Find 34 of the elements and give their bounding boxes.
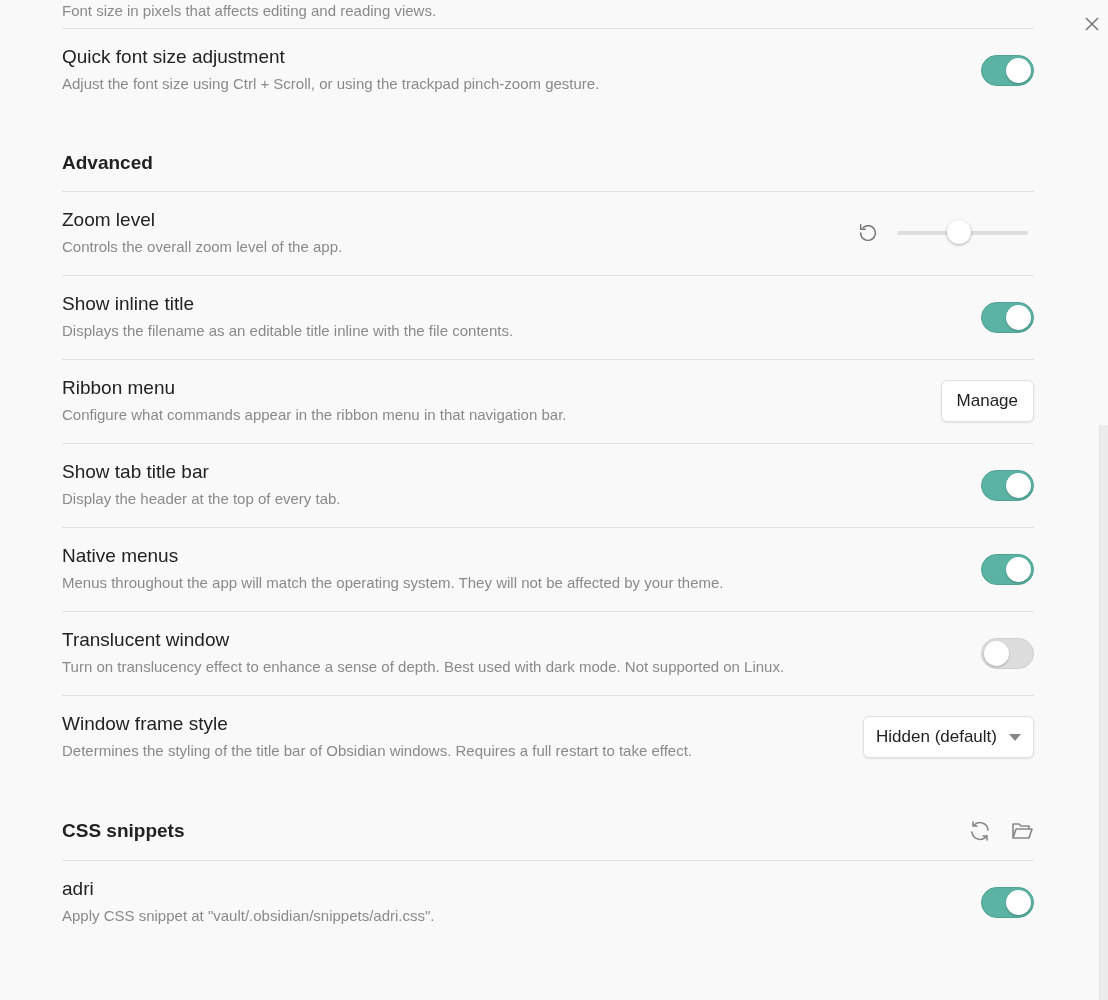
toggle-switch[interactable] bbox=[981, 54, 1034, 86]
toggle-switch[interactable] bbox=[981, 301, 1034, 333]
section-heading: Advanced bbox=[62, 152, 154, 174]
setting-title: Window frame style bbox=[62, 712, 229, 736]
setting-description: Apply CSS snippet at "vault/.obsidian/snippets/adri.css". bbox=[62, 906, 436, 926]
slider-thumb[interactable] bbox=[946, 220, 971, 244]
toggle-switch[interactable] bbox=[981, 553, 1034, 585]
setting-title: Translucent window bbox=[62, 628, 231, 652]
manage-button[interactable]: Manage bbox=[940, 380, 1034, 422]
setting-description: Determines the styling of the title bar of Obsidian windows. Requires a full restart to take effect. bbox=[62, 741, 694, 761]
toggle-switch[interactable] bbox=[981, 886, 1034, 918]
setting-title: Ribbon menu bbox=[62, 376, 177, 400]
setting-description: Font size in pixels that affects editing and reading views. bbox=[62, 1, 438, 21]
reset-icon[interactable] bbox=[857, 222, 879, 244]
setting-title: Show tab title bar bbox=[62, 460, 210, 484]
close-icon[interactable] bbox=[1084, 16, 1100, 32]
setting-title: Show inline title bbox=[62, 292, 196, 316]
setting-description: Adjust the font size using Ctrl + Scroll, or using the trackpad pinch-zoom gesture. bbox=[62, 74, 601, 94]
setting-description: Turn on translucency effect to enhance a sense of depth. Best used with dark mode. Not supported on Linux. bbox=[62, 657, 786, 677]
setting-description: Display the header at the top of every tab. bbox=[62, 489, 342, 509]
setting-title: adri bbox=[62, 877, 95, 901]
setting-description: Controls the overall zoom level of the app. bbox=[62, 237, 344, 257]
setting-title: Native menus bbox=[62, 544, 180, 568]
section-heading: CSS snippets bbox=[62, 820, 186, 842]
toggle-switch[interactable] bbox=[981, 637, 1034, 669]
reload-icon[interactable] bbox=[968, 819, 992, 843]
setting-description: Displays the filename as an editable title inline with the file contents. bbox=[62, 321, 515, 341]
caret-icon bbox=[1009, 733, 1021, 741]
setting-title: Zoom level bbox=[62, 208, 156, 232]
setting-title: Quick font size adjustment bbox=[62, 45, 286, 69]
setting-description: Menus throughout the app will match the operating system. They will not be affected by your theme. bbox=[62, 573, 725, 593]
dropdown[interactable]: Hidden (default) bbox=[863, 716, 1034, 758]
toggle-switch[interactable] bbox=[981, 469, 1034, 501]
setting-description: Configure what commands appear in the ribbon menu in that navigation bar. bbox=[62, 405, 568, 425]
